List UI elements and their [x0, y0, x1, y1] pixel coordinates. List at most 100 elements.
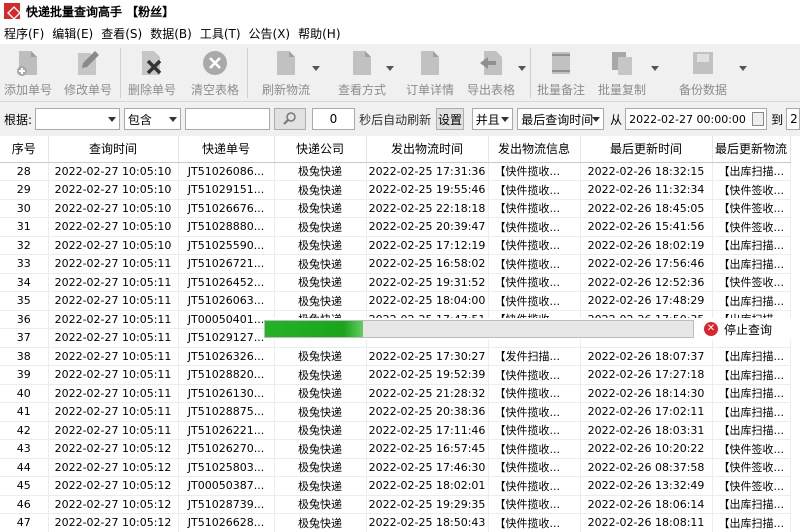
table-row[interactable]: 41 2022-02-27 10:05:11 JT51028875... 极兔快递 20… [0, 402, 791, 422]
tracking-number-cell: JT51025590... [178, 236, 275, 255]
table-row[interactable]: 39 2022-02-27 10:05:11 JT51028820... 极兔快递 20… [0, 365, 791, 385]
chevron-down-icon [169, 117, 178, 122]
batch-note-button[interactable]: 批量备注 [531, 44, 591, 102]
from-label: 从 [610, 112, 623, 127]
table-row[interactable]: 28 2022-02-27 10:05:10 JT51026086... 极兔快递 20… [0, 162, 791, 181]
tracking-number-cell: JT51026130... [178, 384, 275, 403]
menu-view[interactable]: 查看(S) [101, 25, 142, 42]
menu-tools[interactable]: 工具(T) [200, 25, 241, 42]
tracking-number-cell: JT51029127... [178, 328, 275, 348]
edit-tracking-button[interactable]: 修改单号 [56, 44, 120, 102]
col-query-time-header[interactable]: 查询时间 [48, 136, 179, 163]
view-document-icon [348, 48, 376, 78]
table-row[interactable]: 46 2022-02-27 10:05:12 JT51028739... 极兔快递 20… [0, 495, 791, 514]
export-table-button[interactable]: 导出表格 [460, 44, 526, 102]
logic-select[interactable]: 并且 [471, 108, 514, 130]
refresh-logistics-label: 刷新物流 [261, 83, 310, 97]
courier-cell: 极兔快递 [274, 402, 367, 422]
row-index-cell: 47 [0, 513, 49, 532]
ship-time-cell: 2022-02-25 19:52:39 [366, 365, 489, 385]
basis-label: 根据: [4, 112, 33, 127]
ship-time-cell: 2022-02-25 18:02:01 [366, 476, 489, 496]
row-index-cell: 36 [0, 310, 49, 329]
last-update-time-cell: 2022-02-26 17:56:46 [580, 254, 713, 274]
col-index-header[interactable]: 序号 [0, 136, 49, 163]
tracking-number-cell: JT51028875... [178, 402, 275, 422]
chevron-down-icon[interactable] [739, 66, 747, 71]
col-courier-header[interactable]: 快递公司 [274, 136, 367, 163]
tracking-number-cell: JT51029151... [178, 180, 275, 200]
query-time-cell: 2022-02-27 10:05:11 [48, 273, 179, 292]
courier-cell: 极兔快递 [274, 476, 367, 496]
last-update-info-cell: 【出库扫描... [712, 495, 791, 514]
table-row[interactable]: 47 2022-02-27 10:05:12 JT51026628... 极兔快递 20… [0, 513, 791, 532]
col-last-update-time-header[interactable]: 最后更新时间 [580, 136, 713, 163]
ship-time-cell: 2022-02-25 17:12:19 [366, 236, 489, 255]
add-tracking-button[interactable]: 添加单号 [0, 44, 56, 102]
table-row[interactable]: 40 2022-02-27 10:05:11 JT51026130... 极兔快递 20… [0, 384, 791, 403]
note-icon [547, 48, 575, 78]
keyword-input[interactable] [185, 108, 271, 130]
table-row[interactable]: 30 2022-02-27 10:05:10 JT51026676... 极兔快递 20… [0, 199, 791, 218]
tracking-number-cell: JT51026628... [178, 513, 275, 532]
row-index-cell: 44 [0, 458, 49, 477]
query-time-cell: 2022-02-27 10:05:12 [48, 476, 179, 496]
last-update-info-cell: 【出库扫描... [712, 513, 791, 532]
chevron-down-icon[interactable] [518, 66, 526, 71]
table-row[interactable]: 31 2022-02-27 10:05:10 JT51028880... 极兔快递 20… [0, 217, 791, 237]
backup-data-button[interactable]: 备份数据 [663, 44, 747, 102]
chevron-down-icon[interactable] [312, 66, 320, 71]
search-button[interactable] [274, 108, 306, 130]
ship-info-cell: 【快件揽收... [488, 365, 581, 385]
col-tracking-number-header[interactable]: 快递单号 [178, 136, 275, 163]
field-select[interactable]: 最后查询时间 [517, 108, 605, 130]
row-index-cell: 39 [0, 365, 49, 385]
clear-table-label: 清空表格 [190, 83, 239, 97]
col-last-update-info-header[interactable]: 最后更新物流 [712, 136, 791, 163]
add-document-icon [14, 48, 42, 78]
chevron-down-icon[interactable] [386, 66, 394, 71]
set-button[interactable]: 设置 [436, 108, 464, 130]
table-row[interactable]: 34 2022-02-27 10:05:11 JT51026452... 极兔快递 20… [0, 273, 791, 292]
menu-edit[interactable]: 编辑(E) [52, 25, 93, 42]
row-index-cell: 30 [0, 199, 49, 218]
pencil-icon [74, 48, 102, 78]
table-row[interactable]: 45 2022-02-27 10:05:12 JT00050387... 极兔快递 20… [0, 476, 791, 496]
table-row[interactable]: 42 2022-02-27 10:05:11 JT51026221... 极兔快递 20… [0, 421, 791, 440]
table-row[interactable]: 29 2022-02-27 10:05:10 JT51029151... 极兔快递 20… [0, 180, 791, 200]
refresh-logistics-button[interactable]: 刷新物流 [248, 44, 324, 102]
calendar-icon[interactable] [752, 112, 765, 126]
table-row[interactable]: 32 2022-02-27 10:05:10 JT51025590... 极兔快递 20… [0, 236, 791, 255]
delete-document-icon [138, 48, 166, 78]
table-row[interactable]: 33 2022-02-27 10:05:11 JT51026721... 极兔快递 20… [0, 254, 791, 274]
table-row[interactable]: 38 2022-02-27 10:05:11 JT51026326... 极兔快递 20… [0, 347, 791, 366]
last-update-time-cell: 2022-02-26 17:48:29 [580, 291, 713, 311]
from-date-picker[interactable]: 2022-02-27 00:00:00 [625, 108, 768, 130]
basis-field-select[interactable] [35, 108, 120, 130]
col-ship-info-header[interactable]: 发出物流信息 [488, 136, 581, 163]
table-row[interactable]: 35 2022-02-27 10:05:11 JT51026063... 极兔快递 20… [0, 291, 791, 311]
table-row[interactable]: 43 2022-02-27 10:05:12 JT51026270... 极兔快递 20… [0, 439, 791, 459]
clear-table-button[interactable]: 清空表格 [183, 44, 247, 102]
menu-notice[interactable]: 公告(X) [249, 25, 291, 42]
menu-help[interactable]: 帮助(H) [298, 25, 340, 42]
last-update-time-cell: 2022-02-26 17:02:11 [580, 402, 713, 422]
table-row[interactable]: 44 2022-02-27 10:05:12 JT51025803... 极兔快递 20… [0, 458, 791, 477]
to-date-picker[interactable]: 2 [786, 108, 800, 130]
menu-data[interactable]: 数据(B) [150, 25, 192, 42]
col-ship-time-header[interactable]: 发出物流时间 [366, 136, 489, 163]
seconds-input[interactable]: 0 [311, 108, 356, 130]
ship-info-cell: 【快件揽收... [488, 254, 581, 274]
row-index-cell: 32 [0, 236, 49, 255]
ship-time-cell: 2022-02-25 20:38:36 [366, 402, 489, 422]
query-time-cell: 2022-02-27 10:05:11 [48, 291, 179, 311]
chevron-down-icon[interactable] [651, 66, 659, 71]
stop-query-button[interactable]: ✕ 停止查询 [704, 321, 772, 338]
menu-program[interactable]: 程序(F) [4, 25, 44, 42]
delete-tracking-button[interactable]: 删除单号 [121, 44, 183, 102]
order-detail-button[interactable]: 订单详情 [400, 44, 460, 102]
courier-cell: 极兔快递 [274, 236, 367, 255]
batch-copy-button[interactable]: 批量复制 [591, 44, 659, 102]
match-mode-select[interactable]: 包含 [123, 108, 182, 130]
view-mode-button[interactable]: 查看方式 [324, 44, 400, 102]
